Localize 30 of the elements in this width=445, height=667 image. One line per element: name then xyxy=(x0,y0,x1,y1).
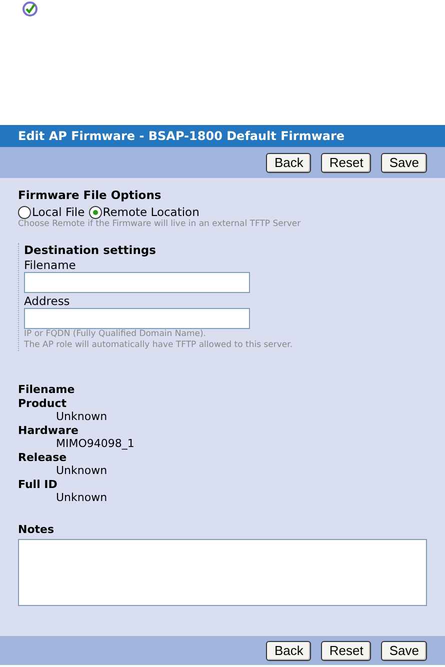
toolbar-button[interactable]: Back xyxy=(266,152,312,172)
hint-text: IP or FQDN (Fully Qualified Domain Name). xyxy=(24,329,207,340)
input-field[interactable] xyxy=(24,272,250,293)
radio-option[interactable]: Remote Location xyxy=(88,205,200,219)
field-label: Notes xyxy=(18,522,56,536)
toolbar-button[interactable]: Reset xyxy=(321,152,372,172)
radio-option[interactable]: Local File xyxy=(18,205,85,219)
section-heading: Firmware File Options xyxy=(18,188,162,202)
info-heading: Filename xyxy=(18,383,76,396)
info-label: Full ID xyxy=(18,478,58,491)
hint-text: Choose Remote if the Firmware will live in an external TFTP Server xyxy=(18,219,302,230)
info-value: MIMO94098_1 xyxy=(55,437,136,450)
input-field[interactable] xyxy=(24,308,250,329)
toolbar-button[interactable]: Save xyxy=(381,152,427,172)
toolbar-button[interactable]: Back xyxy=(266,640,312,660)
info-label: Product xyxy=(18,396,68,410)
toolbar-button[interactable]: Save xyxy=(381,640,427,660)
info-value: Unknown xyxy=(55,464,108,478)
notes-field[interactable] xyxy=(18,538,427,606)
page-title: Edit AP Firmware - BSAP-1800 Default Firmware xyxy=(0,125,445,147)
hint-text: The AP role will automatically have TFTP allowed to this server. xyxy=(24,340,294,351)
info-value: Unknown xyxy=(55,410,108,424)
info-value: Unknown xyxy=(55,491,108,504)
checkmark-icon xyxy=(22,1,38,17)
field-label: Address xyxy=(24,295,71,308)
toolbar-button[interactable]: Reset xyxy=(321,640,372,660)
info-label: Hardware xyxy=(18,424,80,437)
field-label: Filename xyxy=(24,259,77,272)
section-heading: Destination settings xyxy=(24,243,157,257)
info-label: Release xyxy=(18,450,68,464)
